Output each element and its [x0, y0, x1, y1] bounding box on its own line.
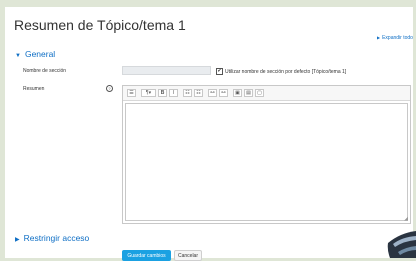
section-name-label: Nombre de sección: [23, 68, 67, 74]
toolbar-italic-icon[interactable]: I: [169, 89, 178, 97]
moodle-logo-icon: [387, 231, 416, 258]
summary-editor[interactable]: ☰ ¶▾ B I ☷ ☷ ⚯ ⚯ ▣ ▤ ▢ ◢: [122, 85, 411, 224]
toolbar-unlink-icon[interactable]: ⚯: [219, 89, 228, 97]
toolbar-image-icon[interactable]: ▣: [233, 89, 242, 97]
use-default-name-label: Utilizar nombre de sección por defecto […: [225, 68, 347, 75]
help-icon[interactable]: ?: [106, 85, 113, 92]
toolbar-media-icon[interactable]: ▤: [244, 89, 253, 97]
use-default-name-checkbox[interactable]: ✔ Utilizar nombre de sección por defecto …: [216, 68, 346, 75]
section-restrict-label: Restringir acceso: [23, 233, 90, 243]
cancel-button[interactable]: Cancelar: [174, 250, 202, 261]
expand-all-label: Expandir todo: [382, 35, 413, 41]
toolbar-paragraph-style-icon[interactable]: ¶▾: [141, 89, 156, 97]
expand-triangle-icon: ▶: [377, 35, 381, 40]
toolbar-numbered-list-icon[interactable]: ☷: [194, 89, 203, 97]
checkbox-checked-icon[interactable]: ✔: [216, 68, 223, 75]
caret-down-icon: ▼: [15, 53, 21, 59]
page-panel: Resumen de Tópico/tema 1 ▶ Expandir todo …: [5, 7, 413, 261]
summary-label: Resumen: [23, 86, 45, 92]
page-title: Resumen de Tópico/tema 1: [14, 17, 186, 33]
section-general-toggle[interactable]: ▼ General: [15, 49, 55, 59]
section-restrict-toggle[interactable]: ▶ Restringir acceso: [15, 233, 89, 243]
save-changes-button[interactable]: Guardar cambios: [122, 250, 171, 261]
toolbar-file-icon[interactable]: ▢: [255, 89, 264, 97]
caret-right-icon: ▶: [15, 237, 20, 243]
editor-toolbar: ☰ ¶▾ B I ☷ ☷ ⚯ ⚯ ▣ ▤ ▢: [123, 86, 410, 101]
toolbar-link-icon[interactable]: ⚯: [208, 89, 217, 97]
section-name-input[interactable]: [122, 66, 211, 75]
editor-content-area[interactable]: [125, 103, 408, 221]
section-general-label: General: [24, 49, 56, 59]
toolbar-expand-icon[interactable]: ☰: [127, 89, 136, 97]
expand-all-link[interactable]: ▶ Expandir todo: [377, 35, 413, 41]
toolbar-bold-icon[interactable]: B: [158, 89, 167, 97]
toolbar-bullet-list-icon[interactable]: ☷: [183, 89, 192, 97]
